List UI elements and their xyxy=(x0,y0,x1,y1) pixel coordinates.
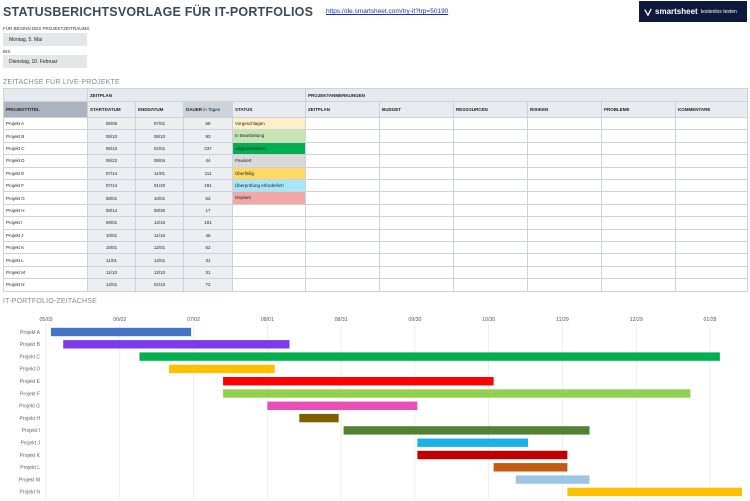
x-tick-label: 09/30 xyxy=(408,317,421,323)
gantt-row-label: Projekt E xyxy=(20,379,41,385)
x-tick-label: 12/29 xyxy=(630,317,643,323)
gantt-bar xyxy=(417,438,529,447)
gantt-row-label: Projekt M xyxy=(19,477,40,483)
gantt-row-label: Projekt K xyxy=(20,453,41,459)
gantt-row-label: Projekt J xyxy=(21,441,41,447)
gantt-bar xyxy=(267,401,418,410)
x-tick-label: 05/03 xyxy=(40,317,53,323)
x-tick-label: 01/28 xyxy=(704,317,717,323)
gantt-bar xyxy=(223,377,494,386)
gantt-row-label: Projekt N xyxy=(19,490,40,496)
gantt-bar xyxy=(299,413,339,423)
x-tick-label: 10/30 xyxy=(482,317,495,323)
x-tick-label: 08/31 xyxy=(335,317,348,323)
gantt-row-label: Projekt L xyxy=(20,465,40,471)
gantt-row-label: Projekt C xyxy=(19,354,40,360)
gantt-bar xyxy=(493,463,568,472)
gantt-bar xyxy=(168,364,275,374)
x-tick-label: 06/02 xyxy=(113,317,126,323)
gantt-row-label: Projekt A xyxy=(20,330,41,336)
gantt-row-label: Projekt B xyxy=(20,342,41,348)
x-tick-label: 11/29 xyxy=(556,317,569,323)
x-tick-label: 08/01 xyxy=(261,317,274,323)
portfolio-gantt-chart: 05/03 06/02 07/02 08/01 08/31 09/30 10/30 11/29… xyxy=(19,317,742,500)
gantt-row-label: Projekt D xyxy=(19,367,40,373)
gantt-bar xyxy=(417,450,568,460)
gantt-bar xyxy=(139,352,720,361)
x-tick-label: 07/02 xyxy=(187,317,200,323)
gantt-bar xyxy=(343,426,590,435)
gantt-bar xyxy=(63,340,290,349)
gantt-row-label: Projekt H xyxy=(19,416,40,422)
gantt-row-label: Projekt G xyxy=(19,404,40,410)
gantt-bar xyxy=(223,389,691,398)
gantt-bar xyxy=(515,475,590,484)
gantt-bar xyxy=(50,327,192,337)
gantt-bar xyxy=(567,487,742,497)
gantt-row-label: Projekt I xyxy=(22,428,40,434)
gantt-row-label: Projekt F xyxy=(20,391,40,397)
